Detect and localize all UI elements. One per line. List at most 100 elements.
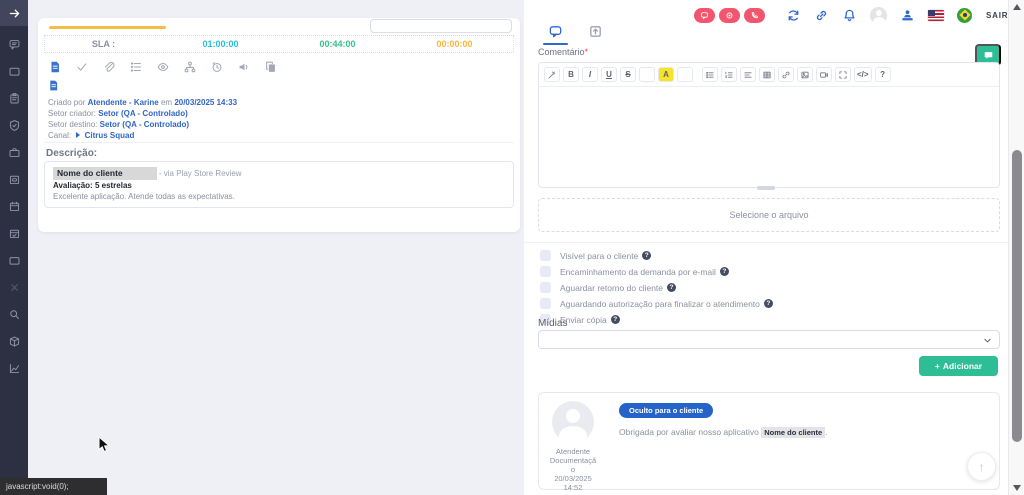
scrollbar-down-arrow[interactable]	[1013, 485, 1021, 491]
code-view-button[interactable]: </>	[854, 67, 872, 82]
strikethrough-button[interactable]: S	[620, 67, 636, 82]
fullscreen-button[interactable]	[835, 67, 851, 82]
approve-button[interactable]	[74, 59, 89, 74]
checkbox-wait-client[interactable]	[540, 282, 551, 293]
help-icon[interactable]: ?	[720, 267, 729, 276]
sidebar-item-security[interactable]	[8, 119, 21, 137]
hidden-badge: Oculto para o cliente	[619, 403, 713, 418]
logout-link[interactable]: SAIR	[986, 11, 1008, 20]
close-icon	[8, 281, 21, 294]
sector-creator-value[interactable]: Setor (QA - Controlado)	[98, 109, 187, 118]
document-icon	[48, 60, 62, 74]
search-icon	[8, 308, 21, 321]
checkbox-await-authorization[interactable]	[540, 298, 551, 309]
sector-target-value[interactable]: Setor (QA - Controlado)	[100, 120, 189, 129]
add-button[interactable]: + Adicionar	[919, 356, 998, 376]
agent-desk-button[interactable]	[900, 8, 915, 23]
sidebar-item-disconnect[interactable]	[8, 281, 21, 299]
highlight-color-button[interactable]: A	[658, 67, 674, 82]
clock-icon	[210, 60, 224, 74]
user-avatar[interactable]	[870, 7, 887, 24]
align-button[interactable]	[740, 67, 756, 82]
sidebar-toggle-button[interactable]	[0, 0, 28, 26]
sidebar-item-vault[interactable]	[8, 173, 21, 191]
created-by-link[interactable]: Atendente - Karine	[88, 98, 159, 107]
insert-image-button[interactable]	[797, 67, 813, 82]
sidebar-item-chats[interactable]	[8, 38, 21, 56]
check-icon	[75, 60, 89, 74]
calendar-check-icon	[8, 227, 21, 240]
sidebar-item-search[interactable]	[8, 308, 21, 326]
tab-comment[interactable]	[546, 22, 564, 40]
package-icon	[8, 335, 21, 348]
checkbox-label[interactable]: Visível para o cliente	[560, 251, 638, 261]
insert-video-button[interactable]	[816, 67, 832, 82]
checkbox-visible-to-client[interactable]	[540, 250, 551, 261]
avatar	[552, 401, 594, 443]
watchers-button[interactable]	[155, 59, 170, 74]
link-icon	[814, 8, 829, 23]
ticket-toolbar-box[interactable]	[370, 19, 512, 33]
history-button[interactable]	[209, 59, 224, 74]
sidebar-item-tasks[interactable]	[8, 92, 21, 110]
ticket-card: SLA : 01:00:00 00:44:00 00:00:00 Criado …	[38, 18, 520, 232]
calendar-icon	[8, 200, 21, 213]
history-message-text: Obrigada por avaliar nosso aplicativo	[619, 427, 759, 437]
file-drop-zone[interactable]: Selecione o arquivo	[538, 198, 1000, 232]
client-name-chip: Nome do cliente	[761, 427, 825, 438]
midias-select[interactable]	[538, 330, 1000, 349]
help-icon[interactable]: ?	[642, 251, 651, 260]
sidebar-item-board[interactable]	[8, 65, 21, 83]
font-color-button[interactable]	[639, 67, 655, 82]
sidebar-item-packages[interactable]	[8, 335, 21, 353]
history-body: Oculto para o cliente Obrigada por avali…	[607, 393, 999, 489]
checklist-button[interactable]	[128, 59, 143, 74]
sidebar-item-reports[interactable]	[8, 362, 21, 380]
topbar-record-button[interactable]	[719, 8, 740, 23]
org-structure-button[interactable]	[182, 59, 197, 74]
sitemap-icon	[183, 60, 197, 74]
editor-resize-handle[interactable]	[757, 186, 775, 190]
sidebar-item-calendar[interactable]	[8, 200, 21, 218]
editor-content-area[interactable]	[539, 87, 999, 187]
sidebar-item-panels[interactable]	[8, 254, 21, 272]
sync-button[interactable]	[786, 8, 801, 23]
integrations-button[interactable]	[814, 8, 829, 23]
sidebar-item-services[interactable]	[8, 146, 21, 164]
background-color-button[interactable]	[677, 67, 693, 82]
italic-button[interactable]: I	[582, 67, 598, 82]
copy-button[interactable]	[263, 59, 278, 74]
help-icon[interactable]: ?	[764, 299, 773, 308]
topbar-phone-button[interactable]	[744, 8, 765, 23]
help-icon[interactable]: ?	[611, 315, 620, 324]
numbered-list-button[interactable]	[721, 67, 737, 82]
scroll-to-top-button[interactable]: ↑	[967, 452, 996, 481]
magic-format-button[interactable]	[544, 67, 560, 82]
underline-button[interactable]: U	[601, 67, 617, 82]
checkbox-forward-email[interactable]	[540, 266, 551, 277]
attachments-button[interactable]	[101, 59, 116, 74]
checkbox-label[interactable]: Encaminhamento da demanda por e-mail	[560, 267, 716, 277]
notifications-button[interactable]	[842, 8, 857, 23]
help-icon[interactable]: ?	[667, 283, 676, 292]
scrollbar-up-arrow[interactable]	[1013, 4, 1021, 10]
checkbox-label[interactable]: Aguardando autorização para finalizar o …	[560, 299, 760, 309]
editor-help-button[interactable]: ?	[875, 67, 891, 82]
language-br-button[interactable]	[957, 8, 972, 23]
description-rating: Avaliação: 5 estrelas	[53, 180, 505, 191]
sub-document-button[interactable]	[47, 79, 60, 92]
language-us-button[interactable]	[928, 10, 944, 21]
scrollbar-thumb[interactable]	[1012, 150, 1022, 442]
tab-upload[interactable]	[586, 22, 604, 40]
insert-link-button[interactable]	[778, 67, 794, 82]
audio-button[interactable]	[236, 59, 251, 74]
table-button[interactable]	[759, 67, 775, 82]
checkbox-row-wait-client: Aguardar retorno do cliente ?	[540, 282, 676, 293]
checkbox-label[interactable]: Aguardar retorno do cliente	[560, 283, 663, 293]
channel-value[interactable]: Citrus Squad	[85, 131, 135, 140]
bold-button[interactable]: B	[563, 67, 579, 82]
topbar-chat-button[interactable]	[694, 8, 715, 23]
sidebar-item-schedule[interactable]	[8, 227, 21, 245]
bullet-list-button[interactable]	[702, 67, 718, 82]
details-tab-button[interactable]	[47, 59, 62, 74]
